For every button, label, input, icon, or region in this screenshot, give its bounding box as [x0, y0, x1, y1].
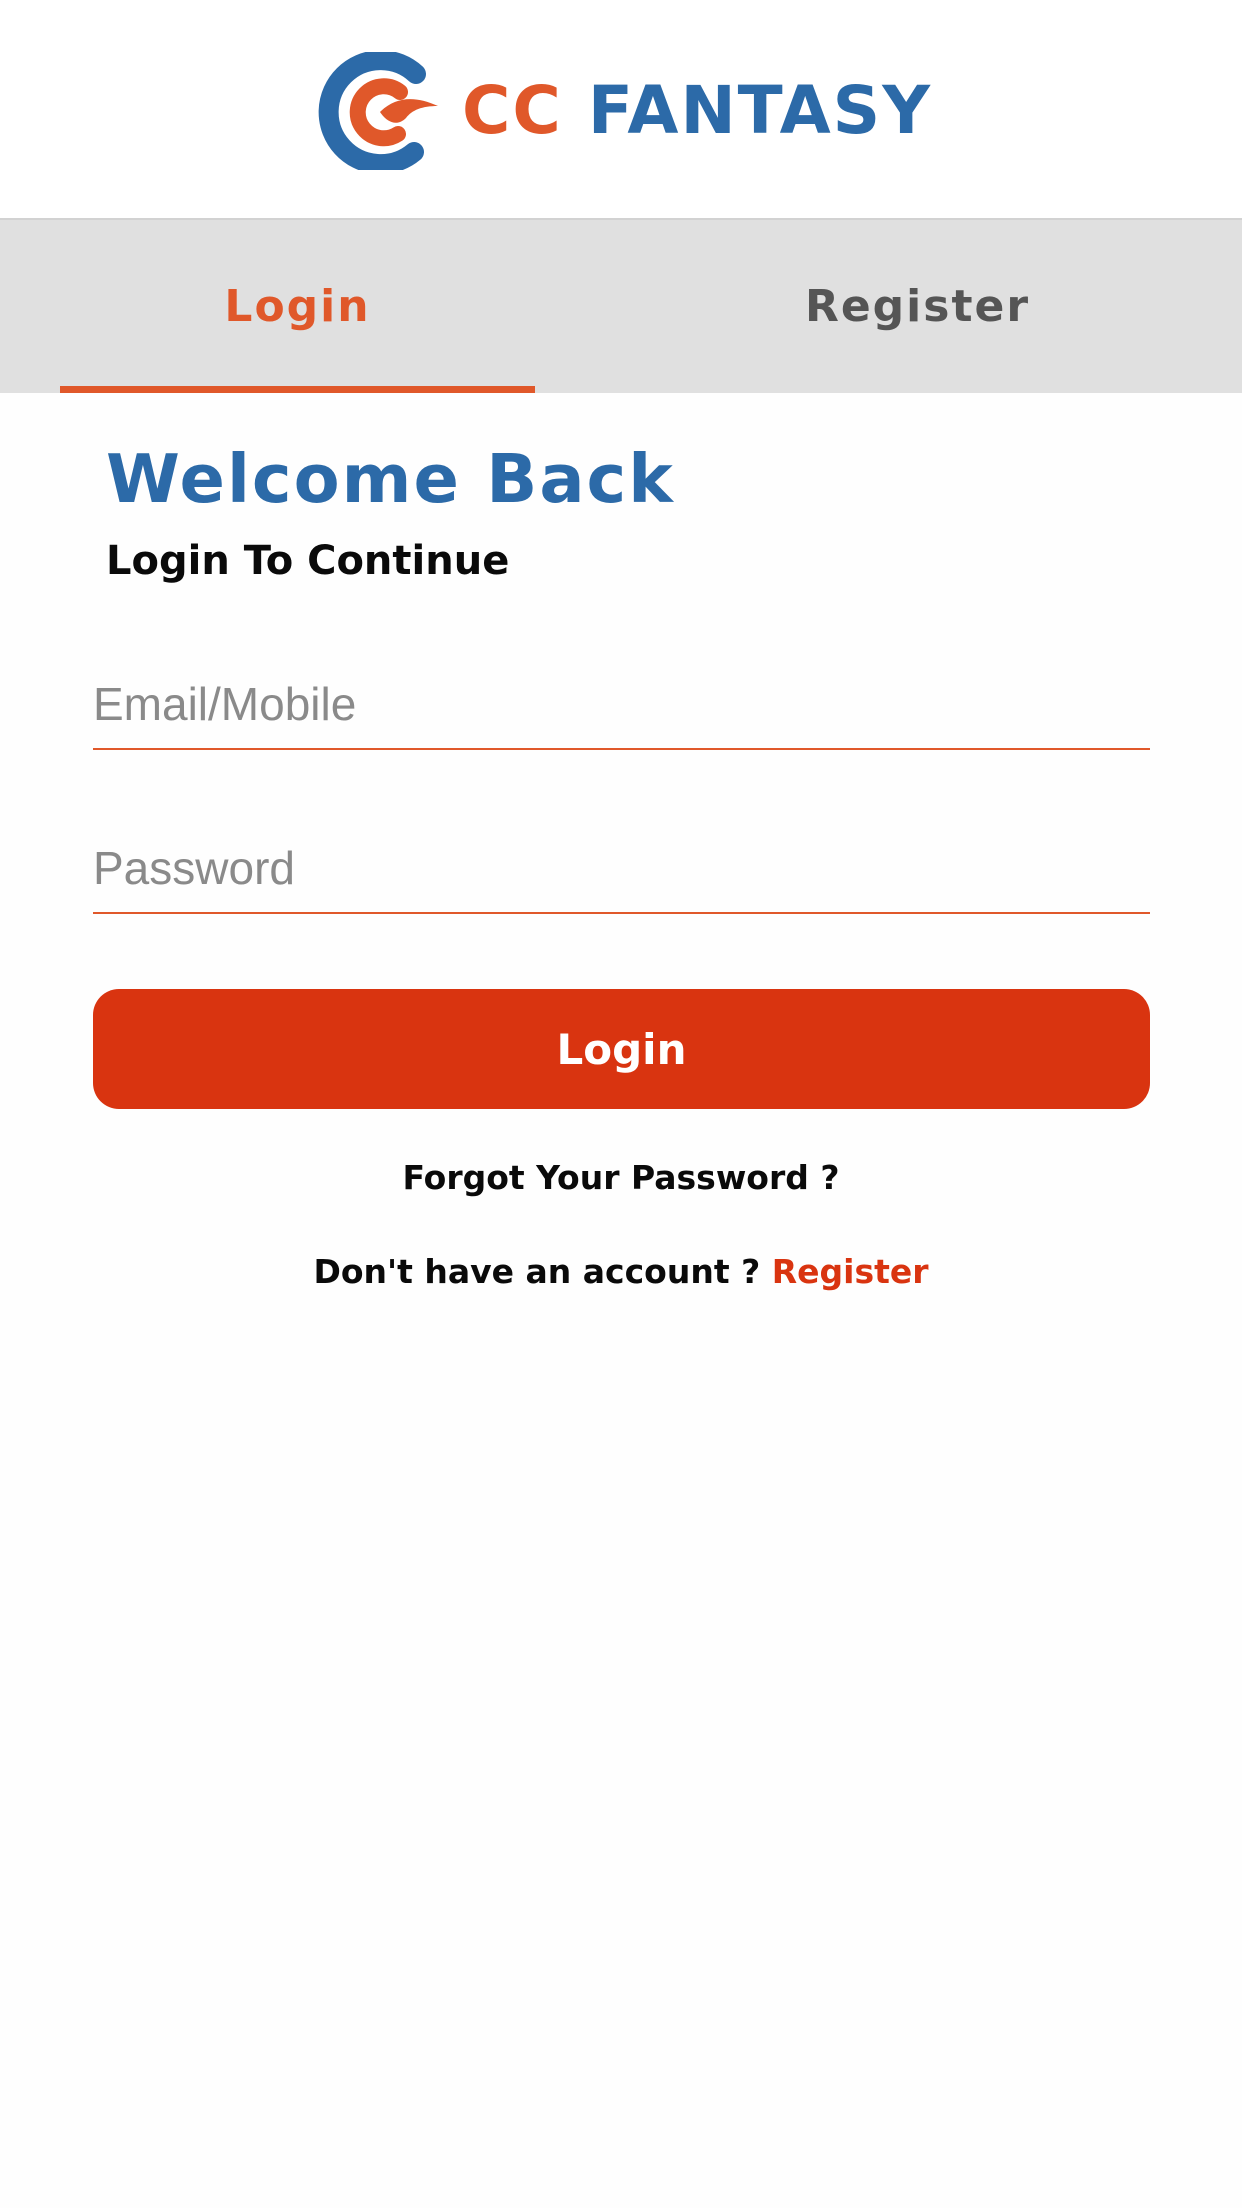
cc-fantasy-logo-icon — [318, 52, 438, 170]
signup-prompt: Don't have an account ? Register — [0, 1252, 1242, 1291]
active-tab-indicator — [60, 386, 535, 393]
logo: CC FANTASY — [318, 52, 932, 170]
header: CC FANTASY — [0, 0, 1242, 218]
forgot-password-link[interactable]: Forgot Your Password ? — [0, 1158, 1242, 1197]
tab-login[interactable]: Login — [60, 220, 535, 393]
page-title: Welcome Back — [106, 440, 675, 518]
register-link[interactable]: Register — [772, 1252, 929, 1291]
logo-cc-text: CC — [462, 72, 563, 149]
email-mobile-input[interactable] — [93, 660, 1150, 750]
tab-register[interactable]: Register — [680, 220, 1155, 393]
no-account-text: Don't have an account ? — [313, 1252, 761, 1291]
page-subtitle: Login To Continue — [106, 538, 510, 584]
logo-fantasy-text: FANTASY — [587, 72, 932, 149]
logo-wordmark: CC FANTASY — [462, 78, 932, 144]
login-button[interactable]: Login — [93, 989, 1150, 1109]
password-input[interactable] — [93, 824, 1150, 914]
auth-tabs: Login Register — [0, 218, 1242, 393]
